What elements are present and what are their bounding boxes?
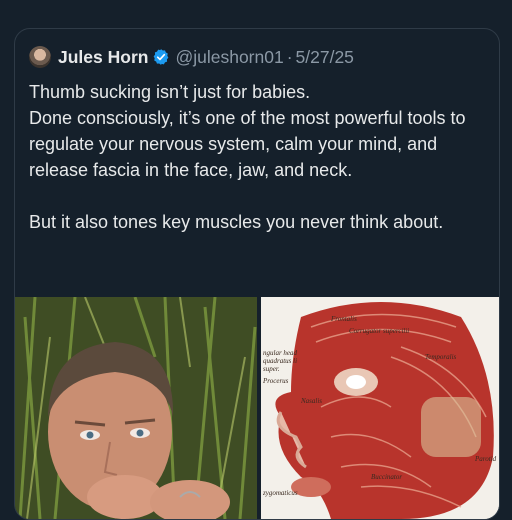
separator-dot: · [286,46,293,67]
post-line-2: Done consciously, it’s one of the most p… [29,108,466,180]
label-parotid: Parotid [475,455,497,463]
verified-badge-icon [154,49,169,65]
label-zygomaticus: zygomaticus [263,489,298,497]
label-buccinator: Buccinator [371,473,403,481]
post-line-1: Thumb sucking isn’t just for babies. [29,82,311,102]
avatar[interactable] [29,46,51,68]
user-handle[interactable]: @juleshorn01 [175,47,283,68]
facial-muscles-diagram[interactable]: Frontalis Corrugator supercilii Temporal… [261,297,499,519]
grass-background [15,297,257,519]
post-line-3: But it also tones key muscles you never … [29,212,444,232]
label-corrugator: Corrugator supercilii [349,327,410,335]
photo-man-thumb[interactable] [15,297,257,519]
label-temporalis: Temporalis [425,353,457,361]
post-date[interactable]: 5/27/25 [296,47,354,68]
label-procerus: Procerus [263,377,289,385]
display-name[interactable]: Jules Horn [58,47,148,68]
label-quadratus: ngular head quadratus li super. [263,349,298,373]
media-gallery: Frontalis Corrugator supercilii Temporal… [15,297,499,519]
label-frontalis: Frontalis [331,315,357,323]
post-text: Thumb sucking isn’t just for babies. Don… [29,79,489,235]
label-nasalis: Nasalis [301,397,323,405]
post-header: Jules Horn @juleshorn01 · 5/27/25 [29,45,354,69]
quoted-post-card[interactable]: Jules Horn @juleshorn01 · 5/27/25 Thumb … [14,28,500,520]
